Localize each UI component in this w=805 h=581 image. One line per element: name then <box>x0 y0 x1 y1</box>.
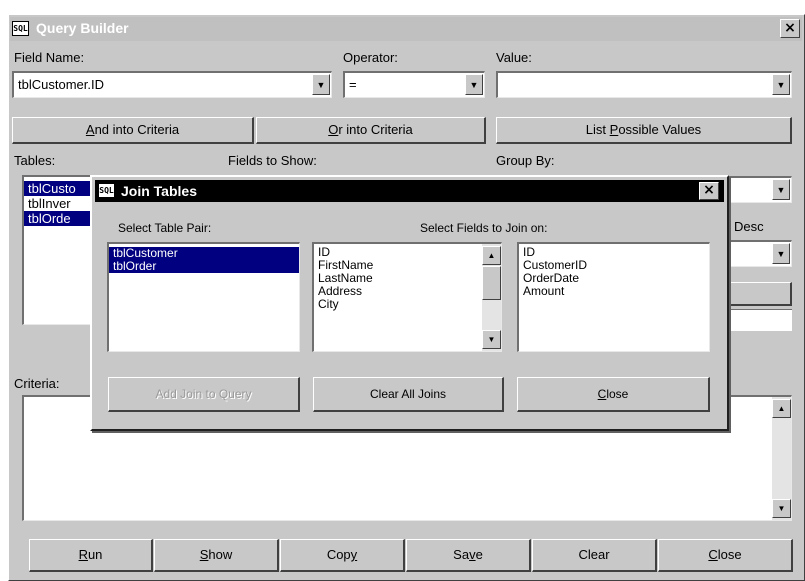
scroll-up-icon[interactable]: ▲ <box>482 246 501 265</box>
group-by-button[interactable] <box>727 282 792 306</box>
tables-list[interactable]: tblCusto tblInver tblOrde <box>22 175 92 325</box>
desc-label: Desc <box>734 219 764 234</box>
list-item[interactable]: tblOrde <box>24 211 91 226</box>
title-bar: SQL Query Builder × <box>10 17 802 41</box>
dialog-title: Join Tables <box>121 183 197 199</box>
left-fields-list[interactable]: ID FirstName LastName Address City ▲ ▼ <box>312 242 502 352</box>
select-table-pair-label: Select Table Pair: <box>118 221 212 235</box>
window-title: Query Builder <box>36 20 129 36</box>
select-fields-label: Select Fields to Join on: <box>420 221 548 235</box>
order-field[interactable] <box>727 309 792 331</box>
dropdown-arrow-icon[interactable]: ▼ <box>772 243 790 264</box>
operator-select[interactable]: = ▼ <box>343 71 485 98</box>
dropdown-arrow-icon[interactable]: ▼ <box>772 179 790 200</box>
field-name-label: Field Name: <box>14 50 85 65</box>
copy-button[interactable]: Copy <box>280 539 405 572</box>
run-button[interactable]: Run <box>29 539 153 572</box>
list-possible-values-button[interactable]: List Possible Values <box>496 117 792 144</box>
dropdown-arrow-icon[interactable]: ▼ <box>312 74 330 95</box>
clear-all-joins-button[interactable]: Clear All Joins <box>313 377 504 412</box>
clear-button[interactable]: Clear <box>532 539 657 572</box>
fields-scrollbar[interactable]: ▲ ▼ <box>482 244 501 351</box>
close-icon[interactable]: × <box>699 182 719 200</box>
order-by-select[interactable]: ▼ <box>727 240 792 267</box>
scroll-thumb[interactable] <box>482 266 501 300</box>
and-into-criteria-button[interactable]: And into Criteria <box>12 117 254 144</box>
add-join-button[interactable]: Add Join to Query <box>108 377 300 412</box>
fields-to-show-label: Fields to Show: <box>228 153 317 168</box>
operator-label: Operator: <box>343 50 398 65</box>
list-item[interactable]: tblInver <box>24 196 91 211</box>
group-by-label: Group By: <box>496 153 555 168</box>
close-icon[interactable]: × <box>780 19 800 38</box>
list-item[interactable]: City <box>314 298 501 311</box>
close-button[interactable]: Close <box>658 539 793 572</box>
right-fields-list[interactable]: ID CustomerID OrderDate Amount <box>517 242 710 352</box>
value-label: Value: <box>496 50 532 65</box>
dropdown-arrow-icon[interactable]: ▼ <box>772 74 790 95</box>
scroll-up-icon[interactable]: ▲ <box>772 399 791 418</box>
app-icon[interactable]: SQL <box>98 183 115 198</box>
field-name-value: tblCustomer.ID <box>18 77 104 92</box>
app-icon[interactable]: SQL <box>12 21 29 36</box>
dropdown-arrow-icon[interactable]: ▼ <box>465 74 483 95</box>
list-item[interactable]: tblCusto <box>24 181 91 196</box>
criteria-scrollbar[interactable]: ▲ ▼ <box>772 397 791 520</box>
save-button[interactable]: Save <box>406 539 531 572</box>
list-item[interactable]: Amount <box>519 285 709 298</box>
group-by-select[interactable]: ▼ <box>727 176 792 203</box>
dialog-close-button[interactable]: Close <box>517 377 710 412</box>
criteria-label: Criteria: <box>14 376 60 391</box>
field-name-select[interactable]: tblCustomer.ID ▼ <box>12 71 332 98</box>
value-select[interactable]: ▼ <box>496 71 792 98</box>
scroll-down-icon[interactable]: ▼ <box>772 499 791 518</box>
list-item[interactable]: tblOrder <box>109 260 299 273</box>
dialog-title-bar: SQL Join Tables × <box>95 180 724 202</box>
operator-value: = <box>349 77 357 92</box>
show-button[interactable]: Show <box>154 539 279 572</box>
tables-label: Tables: <box>14 153 56 168</box>
or-into-criteria-button[interactable]: Or into Criteria <box>256 117 486 144</box>
list-item[interactable]: Address <box>314 285 501 298</box>
table-pair-list[interactable]: tblCustomer tblOrder <box>107 242 300 352</box>
scroll-down-icon[interactable]: ▼ <box>482 330 501 349</box>
